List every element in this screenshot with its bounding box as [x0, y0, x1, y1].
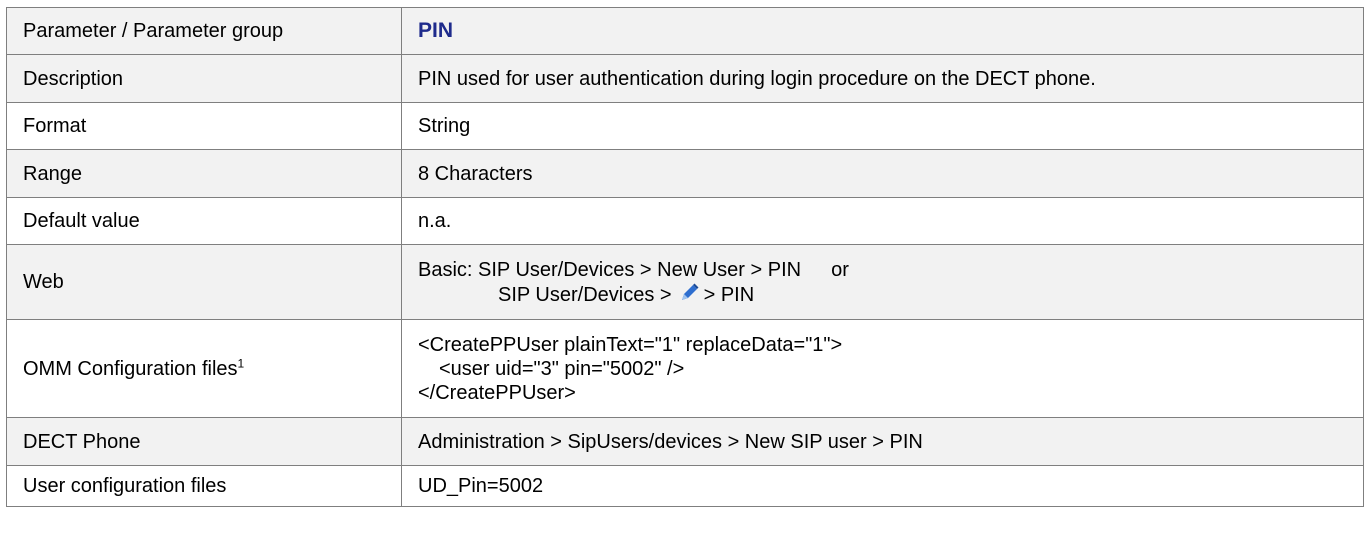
xml-line-2: <user uid="3" pin="5002" />	[439, 357, 685, 380]
parameter-name: PIN	[418, 19, 454, 42]
range-label: Range	[6, 149, 402, 198]
pencil-icon	[678, 282, 700, 304]
omm-config-label: OMM Configuration files1	[6, 319, 402, 418]
table-row: OMM Configuration files1 <CreatePPUser p…	[6, 319, 1364, 418]
table-row: User configuration files UD_Pin=5002	[6, 465, 1364, 507]
description-value: PIN used for user authentication during …	[401, 54, 1364, 103]
omm-config-value: <CreatePPUser plainText="1" replaceData=…	[401, 319, 1364, 418]
table-row: Parameter / Parameter group PIN	[6, 7, 1364, 55]
web-path-prefix: SIP User/Devices >	[498, 283, 672, 306]
xml-line-3: </CreatePPUser>	[418, 381, 576, 404]
description-label: Description	[6, 54, 402, 103]
web-value: Basic: SIP User/Devices > New User > PIN…	[401, 244, 1364, 320]
footnote-marker: 1	[237, 355, 245, 370]
xml-line-1: <CreatePPUser plainText="1" replaceData=…	[418, 333, 843, 356]
format-label: Format	[6, 102, 402, 150]
web-path-basic: Basic: SIP User/Devices > New User > PIN	[418, 258, 802, 281]
parameter-group-value: PIN	[401, 7, 1364, 55]
table-row: Format String	[6, 102, 1364, 150]
web-path-suffix: > PIN	[703, 283, 755, 306]
parameter-table: Parameter / Parameter group PIN Descript…	[6, 7, 1364, 507]
user-config-value: UD_Pin=5002	[401, 465, 1364, 507]
table-row: DECT Phone Administration > SipUsers/dev…	[6, 417, 1364, 466]
dect-phone-label: DECT Phone	[6, 417, 402, 466]
default-value-label: Default value	[6, 197, 402, 245]
table-row: Default value n.a.	[6, 197, 1364, 245]
user-config-label: User configuration files	[6, 465, 402, 507]
table-row: Web Basic: SIP User/Devices > New User >…	[6, 244, 1364, 320]
omm-config-label-text: OMM Configuration files	[23, 357, 238, 380]
range-value: 8 Characters	[401, 149, 1364, 198]
table-row: Range 8 Characters	[6, 149, 1364, 198]
web-label: Web	[6, 244, 402, 320]
web-path-line-1: Basic: SIP User/Devices > New User > PIN…	[418, 258, 1347, 282]
table-row: Description PIN used for user authentica…	[6, 54, 1364, 103]
parameter-group-label: Parameter / Parameter group	[6, 7, 402, 55]
web-path-or: or	[831, 258, 849, 281]
web-path-line-2: SIP User/Devices > > PIN	[418, 282, 1347, 307]
dect-phone-value: Administration > SipUsers/devices > New …	[401, 417, 1364, 466]
default-value: n.a.	[401, 197, 1364, 245]
format-value: String	[401, 102, 1364, 150]
